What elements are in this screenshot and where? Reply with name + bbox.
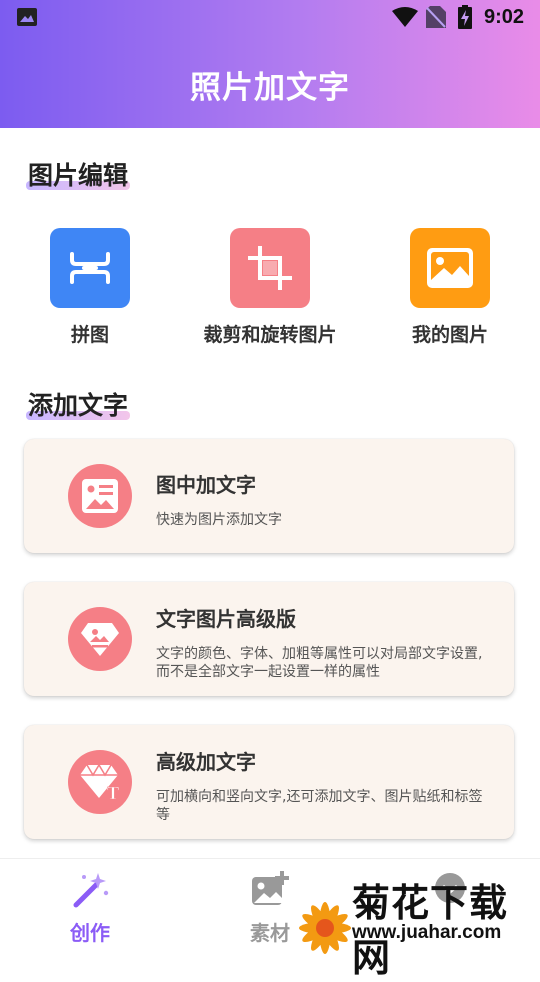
section-title-edit: 图片编辑	[26, 156, 131, 192]
diamond-text-icon: T	[68, 750, 132, 814]
tool-crop-rotate[interactable]: 裁剪和旋转图片	[180, 228, 360, 347]
collage-icon	[50, 228, 130, 308]
card-description: 快速为图片添加文字	[156, 512, 282, 528]
card-text-image-pro[interactable]: 文字图片高级版 文字的颜色、字体、加粗等属性可以对局部文字设置,而不是全部文字一…	[24, 582, 514, 696]
status-time: 9:02	[484, 6, 525, 28]
image-add-icon	[252, 871, 289, 905]
card-title: 文字图片高级版	[156, 607, 296, 631]
card-text-on-image[interactable]: 图中加文字 快速为图片添加文字	[24, 439, 514, 553]
tool-collage[interactable]: 拼图	[0, 228, 180, 347]
card-title: 高级加文字	[156, 750, 256, 774]
watermark: 菊花下载网 www.juahar.com	[296, 870, 540, 980]
card-description: 可加横向和竖向文字,还可添加文字、图片贴纸和标签等	[156, 789, 483, 823]
card-description: 文字的颜色、字体、加粗等属性可以对局部文字设置,而不是全部文字一起设置一样的属性	[156, 646, 483, 680]
card-advanced-text[interactable]: T 高级加文字 可加横向和竖向文字,还可添加文字、图片贴纸和标签等	[24, 725, 514, 839]
chrysanthemum-logo-icon	[299, 902, 351, 954]
watermark-url: www.juahar.com	[352, 922, 502, 943]
tool-crop-rotate-label: 裁剪和旋转图片	[203, 324, 337, 346]
crop-icon	[230, 228, 310, 308]
no-sim-icon	[426, 6, 446, 28]
section-title-text-label: 添加文字	[28, 391, 129, 420]
gallery-notification-icon	[17, 8, 37, 26]
card-title: 图中加文字	[156, 473, 256, 497]
diamond-image-icon	[68, 607, 132, 671]
status-bar: 9:02	[0, 0, 540, 36]
picture-text-icon	[68, 464, 132, 528]
tool-my-images[interactable]: 我的图片	[360, 228, 540, 347]
magic-wand-icon	[73, 873, 109, 908]
section-title-edit-label: 图片编辑	[28, 161, 129, 190]
tool-collage-label: 拼图	[70, 324, 109, 346]
page-title: 照片加文字	[190, 70, 350, 106]
svg-text:T: T	[107, 783, 119, 801]
image-icon	[410, 228, 490, 308]
edit-tools: 拼图 裁剪和旋转图片 我的图片	[0, 228, 540, 348]
wifi-icon	[392, 7, 418, 27]
tool-my-images-label: 我的图片	[411, 324, 488, 346]
tab-create[interactable]: 创作	[40, 871, 140, 946]
tab-create-label: 创作	[70, 921, 110, 945]
app-header: 9:02 照片加文字	[0, 0, 540, 128]
section-title-text: 添加文字	[26, 386, 131, 422]
battery-charging-icon	[458, 5, 472, 29]
